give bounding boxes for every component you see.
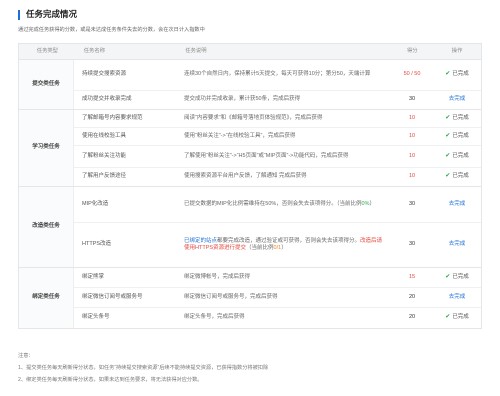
title-accent-bar — [18, 10, 20, 20]
table-row: 了解用户反馈途径 使用搜索资源平台用户反馈，了解通知 完成后获得 10 ✔ 已完成 — [74, 168, 481, 186]
check-icon: ✔ — [445, 273, 451, 280]
group-bind: 绑定类任务 绑定熊掌 绑定微博帐号，完成后获得 15 ✔ 已完成 绑定微信订阅号或… — [19, 268, 481, 328]
status-done: ✔ 已完成 — [445, 314, 469, 321]
task-desc: 使用“粉丝关注”->“在线校验工具”，完成后获得 — [184, 132, 296, 139]
table-row: 持续提交搜索资源 连续30个自然日内，保持累计5天提交，每天可获得10分；第分5… — [74, 60, 481, 91]
task-name: 了解用户反馈途径 — [82, 173, 127, 180]
task-desc: 了解使用“粉丝关注”->“H5页面”或“MIP页面”->功能代码，完成后获得 — [184, 152, 349, 159]
ratio-value: 0% — [361, 200, 370, 207]
group-upgrade: 改造类任务 MIP化改造 已提交数据的MIP化比例需维持在50%，否则会失去该项… — [19, 187, 481, 268]
task-score: 10 — [408, 173, 416, 180]
group-type-label: 绑定类任务 — [19, 268, 74, 328]
header-op: 操作 — [451, 48, 463, 55]
task-name: HTTPS改造 — [82, 241, 112, 248]
status-done: ✔ 已完成 — [445, 173, 469, 180]
task-desc: 绑定微信订阅号或服务号，完成后获得 — [184, 293, 278, 300]
check-icon: ✔ — [445, 71, 451, 78]
task-score: 10 — [408, 132, 416, 139]
task-score: 20 — [408, 314, 416, 321]
group-submit: 提交类任务 持续提交搜索资源 连续30个自然日内，保持累计5天提交，每天可获得1… — [19, 60, 481, 110]
table-row: 了解邮箱号内容要求规范 阅读“内容要求”和《邮箱号落地页体验规范》，完成后获得 … — [74, 110, 481, 128]
go-complete-link[interactable]: 去完成 — [449, 201, 466, 208]
task-score: 10 — [408, 114, 416, 121]
task-name: MIP化改造 — [82, 200, 109, 207]
status-done: ✔ 已完成 — [445, 132, 469, 139]
task-name: 成功提交并收录完成 — [82, 96, 132, 103]
check-icon: ✔ — [445, 152, 451, 159]
table-row: 成功提交并收录完成 提交成功并完成收录，累计获50条，完成后获得 30 去完成 — [74, 91, 481, 109]
note-1: 1、提交类任务每天刷新得分状态，如任务“持续提交搜索资源”后续不能持续提交资源，… — [18, 364, 269, 371]
header-desc: 任务说明 — [185, 48, 207, 55]
task-score: 30 — [408, 200, 416, 207]
notes: 注意： 1、提交类任务每天刷新得分状态，如任务“持续提交搜索资源”后续不能持续提… — [18, 353, 268, 388]
task-desc: 已绑定的站点都要完成改造，通过验证或可获得，否则会失去该项得分。改造后请使用HT… — [184, 237, 383, 251]
check-icon: ✔ — [445, 173, 451, 180]
go-complete-link[interactable]: 去完成 — [449, 96, 466, 103]
notes-label: 注意： — [18, 353, 34, 359]
check-icon: ✔ — [445, 132, 451, 139]
task-table: 任务类型 任务名称 任务说明 得分 操作 提交类任务 持续提交搜索资源 连续30… — [18, 43, 482, 329]
task-score: 30 — [408, 96, 416, 103]
intro-text: 通过完成任务获得的分数，或是未达成任务条件失去的分数，会在次日计入指数中 — [18, 27, 205, 33]
header-score: 得分 — [407, 48, 418, 55]
task-score: 50 / 50 — [403, 71, 421, 78]
go-complete-link[interactable]: 去完成 — [449, 241, 466, 248]
note-2: 2、绑定类任务每天刷新得分状态，如果未达到任务要求，将无法获得对应分数。 — [18, 376, 203, 383]
header-type: 任务类型 — [36, 48, 58, 55]
header-name: 任务名称 — [83, 48, 105, 55]
task-desc: 绑定头条号，完成后获得 — [184, 314, 245, 321]
group-type-label: 改造类任务 — [19, 187, 74, 267]
check-icon: ✔ — [445, 314, 451, 321]
status-done: ✔ 已完成 — [445, 273, 469, 280]
task-name: 绑定熊掌 — [82, 273, 105, 280]
task-desc: 阅读“内容要求”和《邮箱号落地页体验规范》，完成后获得 — [184, 114, 323, 121]
bound-site-link[interactable]: 已绑定的站点 — [184, 238, 217, 244]
status-done: ✔ 已完成 — [445, 152, 469, 159]
group-type-label: 提交类任务 — [19, 60, 74, 109]
group-learn: 学习类任务 了解邮箱号内容要求规范 阅读“内容要求”和《邮箱号落地页体验规范》，… — [19, 110, 481, 187]
task-name: 持续提交搜索资源 — [82, 71, 127, 78]
table-row: MIP化改造 已提交数据的MIP化比例需维持在50%，否则会失去该项得分。（当前… — [74, 187, 481, 223]
table-row: 了解粉丝关注功能 了解使用“粉丝关注”->“H5页面”或“MIP页面”->功能代… — [74, 146, 481, 168]
check-icon: ✔ — [445, 114, 451, 121]
task-score: 10 — [408, 152, 416, 159]
table-row: 绑定微信订阅号或服务号 绑定微信订阅号或服务号，完成后获得 20 去完成 — [74, 288, 481, 308]
task-name: 绑定头条号 — [82, 314, 110, 321]
task-score: 15 — [408, 273, 416, 280]
table-row: 绑定熊掌 绑定微博帐号，完成后获得 15 ✔ 已完成 — [74, 268, 481, 288]
task-name: 了解粉丝关注功能 — [82, 152, 127, 159]
status-done: ✔ 已完成 — [445, 71, 469, 78]
go-complete-link[interactable]: 去完成 — [449, 294, 466, 301]
task-score: 20 — [408, 293, 416, 300]
task-name: 使用在线校验工具 — [82, 132, 127, 139]
task-desc: 使用搜索资源平台用户反馈，了解通知 完成后获得 — [184, 173, 307, 180]
task-desc: 提交成功并完成收录，累计获50条，完成后获得 — [184, 96, 301, 103]
table-row: 使用在线校验工具 使用“粉丝关注”->“在线校验工具”，完成后获得 10 ✔ 已完… — [74, 128, 481, 146]
status-done: ✔ 已完成 — [445, 114, 469, 121]
task-name: 了解邮箱号内容要求规范 — [82, 114, 143, 121]
table-header: 任务类型 任务名称 任务说明 得分 操作 — [19, 44, 481, 60]
table-row: 绑定头条号 绑定头条号，完成后获得 20 ✔ 已完成 — [74, 308, 481, 328]
task-desc: 绑定微博帐号，完成后获得 — [184, 273, 251, 280]
task-score: 30 — [408, 241, 416, 248]
task-desc: 已提交数据的MIP化比例需维持在50%，否则会失去该项得分。（当前比例0%） — [184, 200, 376, 207]
table-row: HTTPS改造 已绑定的站点都要完成改造，通过验证或可获得，否则会失去该项得分。… — [74, 223, 481, 267]
task-desc: 连续30个自然日内，保持累计5天提交，每天可获得10分；第分50，天端计算 — [184, 71, 371, 78]
task-name: 绑定微信订阅号或服务号 — [82, 293, 143, 300]
page-title: 任务完成情况 — [26, 9, 78, 20]
section-title: 任务完成情况 — [18, 8, 77, 22]
group-type-label: 学习类任务 — [19, 110, 74, 186]
